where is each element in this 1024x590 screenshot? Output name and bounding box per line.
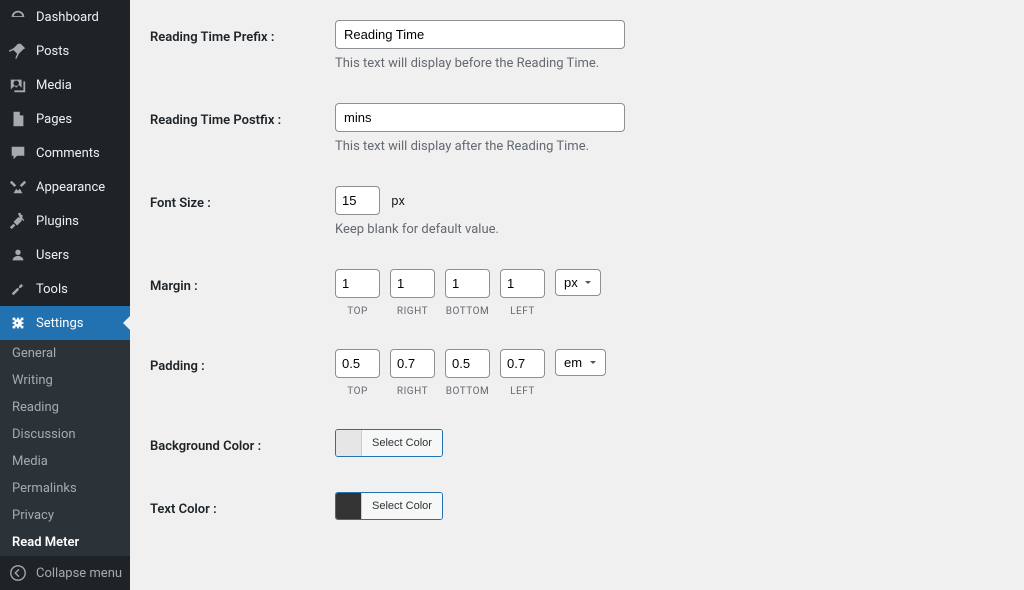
settings-icon xyxy=(8,313,28,333)
padding-unit-select[interactable]: em xyxy=(555,349,606,376)
sidebar-sub-permalinks[interactable]: Permalinks xyxy=(0,475,130,502)
sidebar-item-label: Settings xyxy=(36,316,83,331)
margin-bottom-input[interactable] xyxy=(445,269,490,298)
sidebar-item-label: Media xyxy=(36,78,72,93)
sidebar-item-label: Dashboard xyxy=(36,10,99,25)
postfix-help: This text will display after the Reading… xyxy=(335,139,1004,154)
margin-unit-select[interactable]: px xyxy=(555,269,601,296)
sidebar-submenu: General Writing Reading Discussion Media… xyxy=(0,340,130,556)
sidebar-item-label: Pages xyxy=(36,112,72,127)
sidebar-item-tools[interactable]: Tools xyxy=(0,272,130,306)
prefix-label: Reading Time Prefix : xyxy=(150,20,335,103)
margin-bottom-label: BOTTOM xyxy=(446,306,489,317)
prefix-input[interactable] xyxy=(335,20,625,49)
padding-right-input[interactable] xyxy=(390,349,435,378)
padding-top-input[interactable] xyxy=(335,349,380,378)
sidebar-sub-discussion[interactable]: Discussion xyxy=(0,421,130,448)
sidebar-item-posts[interactable]: Posts xyxy=(0,34,130,68)
sidebar-item-label: Plugins xyxy=(36,214,79,229)
padding-top-label: TOP xyxy=(347,386,368,397)
margin-top-label: TOP xyxy=(347,306,368,317)
collapse-label: Collapse menu xyxy=(36,566,122,581)
sidebar-item-label: Tools xyxy=(36,282,68,297)
textcolor-label: Text Color : xyxy=(150,492,335,534)
margin-left-input[interactable] xyxy=(500,269,545,298)
fontsize-input[interactable] xyxy=(335,186,380,215)
sidebar-item-label: Appearance xyxy=(36,180,105,195)
appearance-icon xyxy=(8,177,28,197)
sidebar-item-media[interactable]: Media xyxy=(0,68,130,102)
settings-panel: Reading Time Prefix : This text will dis… xyxy=(130,0,1024,534)
postfix-input[interactable] xyxy=(335,103,625,132)
bgcolor-swatch xyxy=(336,430,362,456)
users-icon xyxy=(8,245,28,265)
padding-bottom-input[interactable] xyxy=(445,349,490,378)
pages-icon xyxy=(8,109,28,129)
padding-right-label: RIGHT xyxy=(397,386,428,397)
bgcolor-select-button[interactable]: Select Color xyxy=(362,430,442,456)
padding-left-input[interactable] xyxy=(500,349,545,378)
fontsize-label: Font Size : xyxy=(150,186,335,269)
sidebar-sub-media[interactable]: Media xyxy=(0,448,130,475)
fontsize-help: Keep blank for default value. xyxy=(335,222,1004,237)
sidebar-item-plugins[interactable]: Plugins xyxy=(0,204,130,238)
tools-icon xyxy=(8,279,28,299)
sidebar-item-comments[interactable]: Comments xyxy=(0,136,130,170)
admin-sidebar: Dashboard Posts Media Pages Comments App… xyxy=(0,0,130,534)
textcolor-swatch xyxy=(336,493,362,519)
bgcolor-label: Background Color : xyxy=(150,429,335,492)
comments-icon xyxy=(8,143,28,163)
dashboard-icon xyxy=(8,7,28,27)
fontsize-unit: px xyxy=(391,194,405,209)
textcolor-select-button[interactable]: Select Color xyxy=(362,493,442,519)
sidebar-item-settings[interactable]: Settings xyxy=(0,306,130,340)
margin-right-input[interactable] xyxy=(390,269,435,298)
prefix-help: This text will display before the Readin… xyxy=(335,56,1004,71)
sidebar-item-dashboard[interactable]: Dashboard xyxy=(0,0,130,34)
sidebar-sub-general[interactable]: General xyxy=(0,340,130,367)
sidebar-item-appearance[interactable]: Appearance xyxy=(0,170,130,204)
collapse-icon xyxy=(8,563,28,583)
sidebar-item-label: Comments xyxy=(36,146,100,161)
margin-left-label: LEFT xyxy=(510,306,535,317)
sidebar-item-pages[interactable]: Pages xyxy=(0,102,130,136)
collapse-menu-button[interactable]: Collapse menu xyxy=(0,556,130,590)
sidebar-sub-privacy[interactable]: Privacy xyxy=(0,502,130,529)
margin-label: Margin : xyxy=(150,269,335,349)
sidebar-item-label: Users xyxy=(36,248,69,263)
sidebar-sub-readmeter[interactable]: Read Meter xyxy=(0,529,130,556)
sidebar-item-users[interactable]: Users xyxy=(0,238,130,272)
postfix-label: Reading Time Postfix : xyxy=(150,103,335,186)
sidebar-sub-reading[interactable]: Reading xyxy=(0,394,130,421)
sidebar-sub-writing[interactable]: Writing xyxy=(0,367,130,394)
media-icon xyxy=(8,75,28,95)
sidebar-item-label: Posts xyxy=(36,44,69,59)
bgcolor-picker[interactable]: Select Color xyxy=(335,429,443,457)
margin-right-label: RIGHT xyxy=(397,306,428,317)
plugins-icon xyxy=(8,211,28,231)
padding-left-label: LEFT xyxy=(510,386,535,397)
textcolor-picker[interactable]: Select Color xyxy=(335,492,443,520)
pin-icon xyxy=(8,41,28,61)
margin-top-input[interactable] xyxy=(335,269,380,298)
padding-bottom-label: BOTTOM xyxy=(446,386,489,397)
padding-label: Padding : xyxy=(150,349,335,429)
